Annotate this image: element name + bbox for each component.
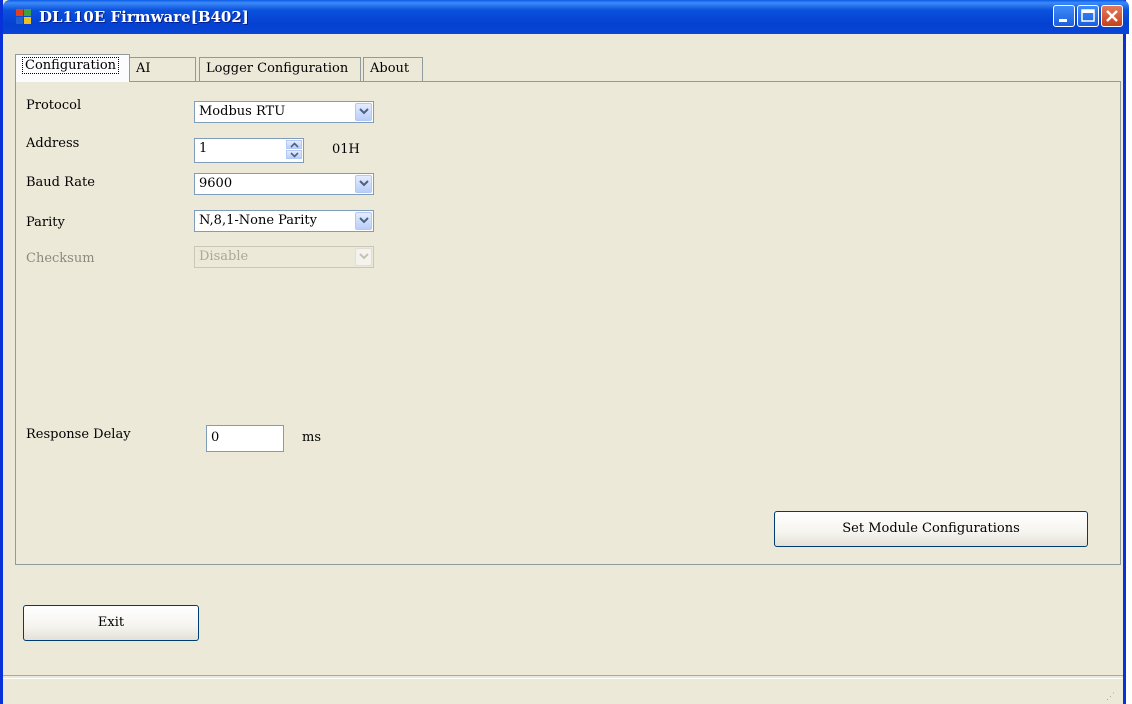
minimize-icon: [1059, 19, 1067, 22]
response-delay-input[interactable]: 0: [206, 425, 284, 452]
set-module-configurations-button[interactable]: Set Module Configurations: [774, 511, 1088, 547]
checksum-dropdown-button: [355, 248, 372, 266]
address-down-button[interactable]: [286, 150, 302, 159]
address-label: Address: [26, 136, 80, 151]
resize-grip-icon[interactable]: ⋰: [1106, 692, 1115, 702]
response-delay-value: 0: [211, 430, 220, 445]
baud-rate-dropdown-button[interactable]: [355, 175, 372, 193]
checksum-value: Disable: [199, 249, 249, 264]
checksum-select: Disable: [194, 246, 374, 268]
address-stepper[interactable]: 1: [194, 138, 304, 163]
baud-rate-select[interactable]: 9600: [194, 173, 374, 195]
address-hex-label: 01H: [332, 142, 360, 157]
protocol-value: Modbus RTU: [199, 104, 286, 119]
chevron-up-icon: [290, 142, 299, 148]
protocol-dropdown-button[interactable]: [355, 103, 372, 121]
baud-rate-value: 9600: [199, 176, 233, 191]
tab-configuration[interactable]: Configuration: [15, 54, 130, 82]
chevron-down-icon: [290, 152, 299, 158]
parity-value: N,8,1-None Parity: [199, 213, 317, 228]
chevron-down-icon: [359, 108, 369, 115]
parity-select[interactable]: N,8,1-None Parity: [194, 210, 374, 232]
checksum-label: Checksum: [26, 251, 95, 266]
window-title: DL110E Firmware[B402]: [39, 8, 249, 26]
parity-label: Parity: [26, 215, 65, 230]
tab-logger-configuration[interactable]: Logger Configuration: [199, 57, 361, 81]
tab-configuration-label: Configuration: [22, 57, 120, 74]
main-window: DL110E Firmware[B402] Configuration AI L…: [0, 0, 1129, 704]
tab-ai[interactable]: AI: [129, 57, 196, 81]
chevron-down-icon: [359, 217, 369, 224]
response-delay-unit: ms: [302, 430, 321, 445]
tab-ai-label: AI: [136, 61, 151, 76]
app-window-icon: [16, 9, 32, 25]
title-bar[interactable]: DL110E Firmware[B402]: [3, 0, 1129, 34]
chevron-down-icon: [359, 180, 369, 187]
address-up-button[interactable]: [286, 140, 302, 149]
protocol-select[interactable]: Modbus RTU: [194, 101, 374, 123]
baud-rate-label: Baud Rate: [26, 175, 95, 190]
response-delay-label: Response Delay: [26, 427, 131, 442]
maximize-icon: [1081, 9, 1095, 22]
minimize-button[interactable]: [1053, 5, 1075, 27]
tab-about[interactable]: About: [363, 57, 423, 81]
tab-about-label: About: [370, 61, 410, 76]
protocol-label: Protocol: [26, 98, 82, 113]
chevron-down-icon: [359, 253, 369, 260]
address-value: 1: [199, 141, 208, 156]
close-button[interactable]: [1101, 5, 1123, 27]
parity-dropdown-button[interactable]: [355, 212, 372, 230]
close-icon: [1106, 10, 1118, 22]
status-bar: [3, 675, 1123, 679]
configuration-panel: Protocol Modbus RTU Address 1 01H Baud R…: [15, 81, 1121, 565]
tab-logger-configuration-label: Logger Configuration: [206, 61, 349, 76]
maximize-button[interactable]: [1077, 5, 1099, 27]
exit-button[interactable]: Exit: [23, 605, 199, 641]
